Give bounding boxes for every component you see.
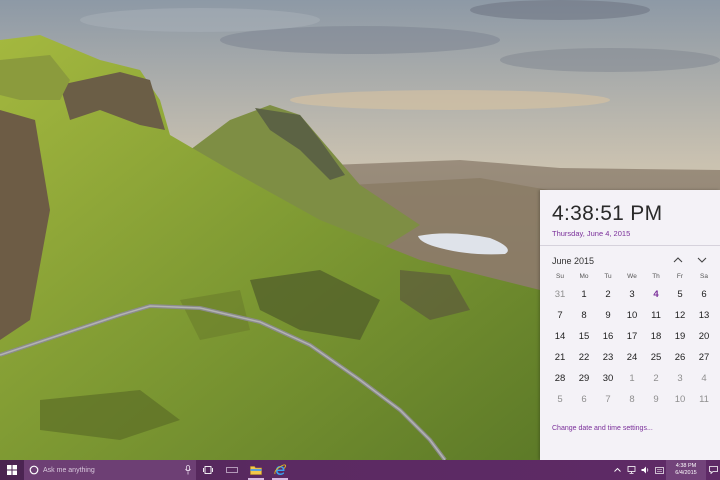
calendar-day[interactable]: 7 (596, 389, 620, 410)
system-tray: 4:38 PM 6/4/2015 (610, 460, 720, 480)
calendar-day[interactable]: 5 (668, 284, 692, 305)
pinned-app-button[interactable] (220, 460, 244, 480)
weekday-label: Su (556, 273, 564, 280)
calendar-day[interactable]: 19 (668, 326, 692, 347)
app-window-icon (226, 467, 238, 473)
weekday-label: Fr (676, 273, 684, 280)
calendar-day[interactable]: 10 (668, 389, 692, 410)
calendar-day[interactable]: 8 (572, 305, 596, 326)
windows-logo-icon (7, 465, 17, 475)
volume-button[interactable] (638, 460, 652, 480)
calendar-day[interactable]: 26 (668, 347, 692, 368)
flyout-date-link[interactable]: Thursday, June 4, 2015 (552, 229, 630, 238)
keyboard-icon (654, 466, 664, 474)
calendar-day[interactable]: 15 (572, 326, 596, 347)
weekday-label: Th (652, 273, 660, 280)
calendar-day[interactable]: 9 (596, 305, 620, 326)
calendar-day[interactable]: 2 (644, 368, 668, 389)
calendar-day[interactable]: 13 (692, 305, 716, 326)
file-explorer-button[interactable] (244, 460, 268, 480)
network-button[interactable] (624, 460, 638, 480)
weekday-label: Mo (579, 273, 589, 280)
weekday-label: Sa (700, 273, 708, 280)
calendar-day[interactable]: 1 (572, 284, 596, 305)
calendar-day[interactable]: 25 (644, 347, 668, 368)
input-indicator[interactable] (652, 460, 666, 480)
calendar-day[interactable]: 17 (620, 326, 644, 347)
calendar-day[interactable]: 10 (620, 305, 644, 326)
previous-month-button[interactable] (670, 252, 686, 268)
calendar-week-row: 28 29 30 1 2 3 4 (548, 368, 716, 389)
taskbar-date: 6/4/2015 (675, 470, 697, 476)
taskbar: Ask me anything 4:38 PM 6/4/2015 (0, 460, 720, 480)
internet-explorer-icon (274, 464, 286, 475)
network-icon (627, 466, 635, 474)
task-view-button[interactable] (196, 460, 220, 480)
calendar-day[interactable]: 16 (596, 326, 620, 347)
calendar-day[interactable]: 5 (548, 389, 572, 410)
calendar-day[interactable]: 1 (620, 368, 644, 389)
calendar-day[interactable]: 11 (692, 389, 716, 410)
calendar-day-today[interactable]: 4 (644, 284, 668, 305)
calendar-weeks: 31 1 2 3 4 5 6 7 8 9 10 11 12 13 14 15 16 17 18 19 20 21 22 23 2… (548, 284, 716, 410)
calendar-day[interactable]: 27 (692, 347, 716, 368)
calendar-week-row: 21 22 23 24 25 26 27 (548, 347, 716, 368)
calendar-day[interactable]: 22 (572, 347, 596, 368)
chevron-up-icon (613, 468, 621, 472)
clock-calendar-flyout: 4:38:51 PM Thursday, June 4, 2015 June 2… (540, 190, 720, 460)
calendar-week-row: 5 6 7 8 9 10 11 (548, 389, 716, 410)
calendar-day[interactable]: 23 (596, 347, 620, 368)
calendar-month-label[interactable]: June 2015 (552, 256, 594, 266)
change-date-time-settings-link[interactable]: Change date and time settings... (552, 425, 653, 432)
calendar-day[interactable]: 6 (692, 284, 716, 305)
calendar-day[interactable]: 20 (692, 326, 716, 347)
taskbar-time: 4:38 PM (675, 463, 697, 469)
chevron-down-icon (697, 257, 707, 263)
search-placeholder: Ask me anything (43, 466, 95, 474)
calendar-day[interactable]: 18 (644, 326, 668, 347)
flyout-time: 4:38:51 PM (552, 202, 663, 225)
calendar-day[interactable]: 14 (548, 326, 572, 347)
calendar-day[interactable]: 28 (548, 368, 572, 389)
cortana-search-box[interactable]: Ask me anything (24, 460, 196, 480)
calendar-day[interactable]: 2 (596, 284, 620, 305)
microphone-icon[interactable] (185, 465, 191, 475)
calendar-day[interactable]: 11 (644, 305, 668, 326)
action-center-button[interactable] (706, 460, 720, 480)
calendar-grid: Su Mo Tu We Th Fr Sa 31 1 2 3 4 5 6 7 8 9 10 11 12 13… (548, 270, 716, 410)
chevron-up-icon (673, 257, 683, 263)
cortana-circle-icon (29, 465, 39, 475)
calendar-day[interactable]: 31 (548, 284, 572, 305)
calendar-day[interactable]: 12 (668, 305, 692, 326)
calendar-day[interactable]: 3 (668, 368, 692, 389)
show-hidden-icons-button[interactable] (610, 460, 624, 480)
calendar-week-row: 14 15 16 17 18 19 20 (548, 326, 716, 347)
calendar-day[interactable]: 7 (548, 305, 572, 326)
calendar-week-row: 7 8 9 10 11 12 13 (548, 305, 716, 326)
taskbar-clock[interactable]: 4:38 PM 6/4/2015 (666, 460, 706, 480)
calendar-week-row: 31 1 2 3 4 5 6 (548, 284, 716, 305)
calendar-day[interactable]: 21 (548, 347, 572, 368)
calendar-day[interactable]: 4 (692, 368, 716, 389)
calendar-day[interactable]: 29 (572, 368, 596, 389)
volume-icon (641, 466, 648, 474)
next-month-button[interactable] (694, 252, 710, 268)
weekday-label: We (627, 273, 637, 280)
folder-icon (250, 466, 262, 475)
calendar-day[interactable]: 30 (596, 368, 620, 389)
calendar-day[interactable]: 3 (620, 284, 644, 305)
weekday-header: Su Mo Tu We Th Fr Sa (548, 270, 716, 284)
calendar-day[interactable]: 6 (572, 389, 596, 410)
calendar-day[interactable]: 8 (620, 389, 644, 410)
calendar-day[interactable]: 24 (620, 347, 644, 368)
task-view-icon (203, 466, 213, 474)
message-icon (708, 466, 718, 474)
calendar-day[interactable]: 9 (644, 389, 668, 410)
flyout-divider (540, 245, 720, 246)
internet-explorer-button[interactable] (268, 460, 292, 480)
weekday-label: Tu (604, 273, 612, 280)
start-button[interactable] (0, 460, 24, 480)
